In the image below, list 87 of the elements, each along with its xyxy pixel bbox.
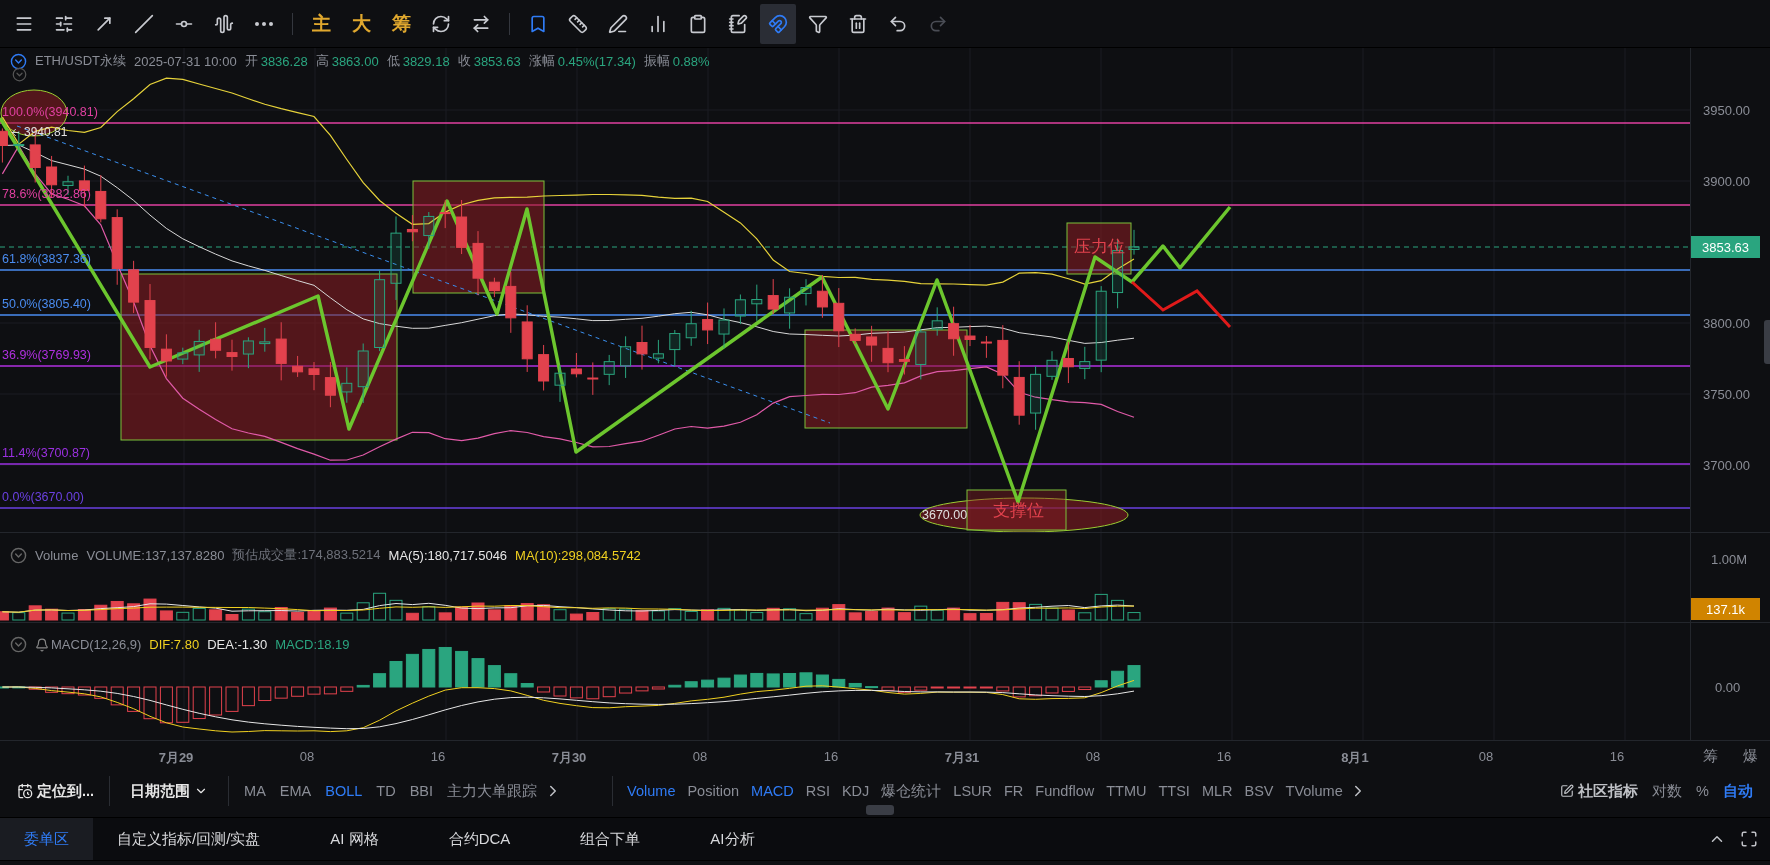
indicator-value: MA(10):298,084.5742 (515, 547, 641, 563)
last-price-tag: 3853.63 (1691, 236, 1760, 258)
ohlc-value: 3853.63 (473, 53, 521, 69)
indicator-tab[interactable]: 主力大单跟踪 (440, 781, 545, 801)
indicator-tab[interactable]: BOLL (318, 783, 370, 799)
scale-option[interactable]: 对数 (1645, 781, 1690, 801)
time-axis-label: 8月1 (1341, 749, 1369, 767)
fib-level-label: 0.0%(3670.00) (2, 490, 84, 505)
macd-axis-label: 0.00 (1715, 679, 1741, 695)
axis-toggle-button[interactable]: 筹 (1702, 746, 1718, 766)
time-axis-label: 08 (692, 749, 708, 764)
price-axis-label: 3750.00 (1703, 386, 1750, 402)
low-price-marker: 3670.00 (922, 508, 968, 523)
indicator-tab[interactable]: RSI (799, 783, 836, 799)
ohlc-value: 3836.28 (260, 53, 308, 69)
indicator-value: DIF:7.80 (149, 637, 200, 652)
price-axis-label: 3950.00 (1703, 102, 1750, 118)
ohlc-label: 振幅 (643, 52, 670, 70)
ohlc-value: 3829.18 (402, 53, 450, 69)
panel-tab[interactable]: 组合下单 (556, 818, 665, 860)
price-axis-label: 3900.00 (1703, 173, 1750, 189)
indicator-tab[interactable]: BSV (1238, 783, 1280, 799)
time-axis-label: 16 (1216, 749, 1232, 764)
time-axis-label: 16 (1609, 749, 1625, 764)
ohlc-label: 低 (386, 52, 400, 70)
ohlc-label: 开 (244, 52, 258, 70)
tool-button[interactable]: 筹 (383, 3, 419, 44)
time-axis-label: 7月31 (944, 749, 980, 767)
fib-level-label: 36.9%(3769.93) (2, 348, 91, 363)
ohlc-label: 涨幅 (528, 52, 555, 70)
community-indicators-button[interactable]: 社区指标 (1553, 781, 1646, 801)
indicator-value: MA(5):180,717.5046 (388, 547, 508, 563)
indicator-value: MACD:18.19 (275, 637, 350, 652)
candle-time: 2025-07-31 10:00 (134, 53, 237, 69)
indicator-tab[interactable]: MACD (745, 783, 800, 799)
support-label: 支撑位 (992, 499, 1044, 522)
price-axis-label: 3800.00 (1703, 315, 1750, 331)
indicator-value: 预估成交量:174,883.5214 (232, 546, 381, 564)
indicator-value: VOLUME:137,137.8280 (86, 547, 225, 563)
indicator-tab[interactable]: MLR (1195, 783, 1239, 799)
indicator-tab[interactable]: MA (237, 783, 273, 799)
fib-level-label: 50.0%(3805.40) (2, 297, 91, 312)
last-volume-tag: 137.1k (1691, 598, 1760, 620)
time-axis-label: 7月29 (158, 749, 194, 767)
indicator-tab[interactable]: BBI (402, 783, 441, 799)
panel-tab[interactable]: AI分析 (686, 818, 779, 860)
time-axis-label: 08 (1085, 749, 1101, 764)
indicator-tab[interactable]: Position (681, 783, 746, 799)
indicator-tab[interactable]: TTMU (1100, 783, 1153, 799)
tool-button[interactable]: 主 (303, 3, 339, 44)
ohlc-label: 收 (457, 52, 471, 70)
time-axis-label: 7月30 (551, 749, 587, 767)
indicator-tab[interactable]: Volume (621, 783, 682, 799)
locate-button[interactable]: 定位到... (10, 781, 102, 801)
time-axis-label: 08 (299, 749, 315, 764)
scale-option[interactable]: 自动 (1716, 781, 1760, 801)
panel-tab[interactable]: 合约DCA (424, 818, 535, 860)
indicator-tab[interactable]: TVolume (1279, 783, 1349, 799)
indicator-tab[interactable]: TD (369, 783, 403, 799)
fib-level-label: 11.4%(3700.87) (2, 446, 91, 461)
date-range-dropdown[interactable]: 日期范围 (118, 781, 221, 801)
indicator-tab[interactable]: LSUR (947, 783, 998, 799)
time-axis-label: 08 (1478, 749, 1494, 764)
panel-tab[interactable]: 自定义指标/回测/实盘 (93, 818, 285, 860)
indicator-tab[interactable]: KDJ (835, 783, 876, 799)
ohlc-value: 0.45%(17.34) (557, 53, 636, 69)
ohlc-value: 3863.00 (331, 53, 379, 69)
price-axis-label: 3700.00 (1703, 457, 1750, 473)
symbol-name: ETH/USDT永续 (35, 52, 126, 70)
ohlc-label: 高 (315, 52, 329, 70)
tool-button[interactable]: 大 (343, 3, 379, 44)
panel-tab[interactable]: 委单区 (0, 818, 93, 860)
time-axis-label: 16 (823, 749, 839, 764)
indicator-tab[interactable]: FR (998, 783, 1030, 799)
indicator-tab[interactable]: Fundflow (1029, 783, 1101, 799)
time-axis-label: 16 (430, 749, 446, 764)
volume-axis-label: 1.00M (1711, 551, 1748, 567)
pane-title: MACD(12,26,9) (51, 637, 142, 652)
indicator-tab[interactable]: 爆仓统计 (875, 781, 948, 801)
axis-toggle-button[interactable]: 爆 (1742, 746, 1758, 766)
indicator-value: DEA:-1.30 (207, 637, 268, 652)
scale-option[interactable]: % (1689, 783, 1716, 799)
pane-title: Volume (35, 547, 79, 563)
panel-tab[interactable]: AI 网格 (306, 818, 403, 860)
indicator-tab[interactable]: TTSI (1152, 783, 1196, 799)
indicator-tab[interactable]: EMA (272, 783, 319, 799)
ohlc-value: 0.88% (672, 53, 710, 69)
